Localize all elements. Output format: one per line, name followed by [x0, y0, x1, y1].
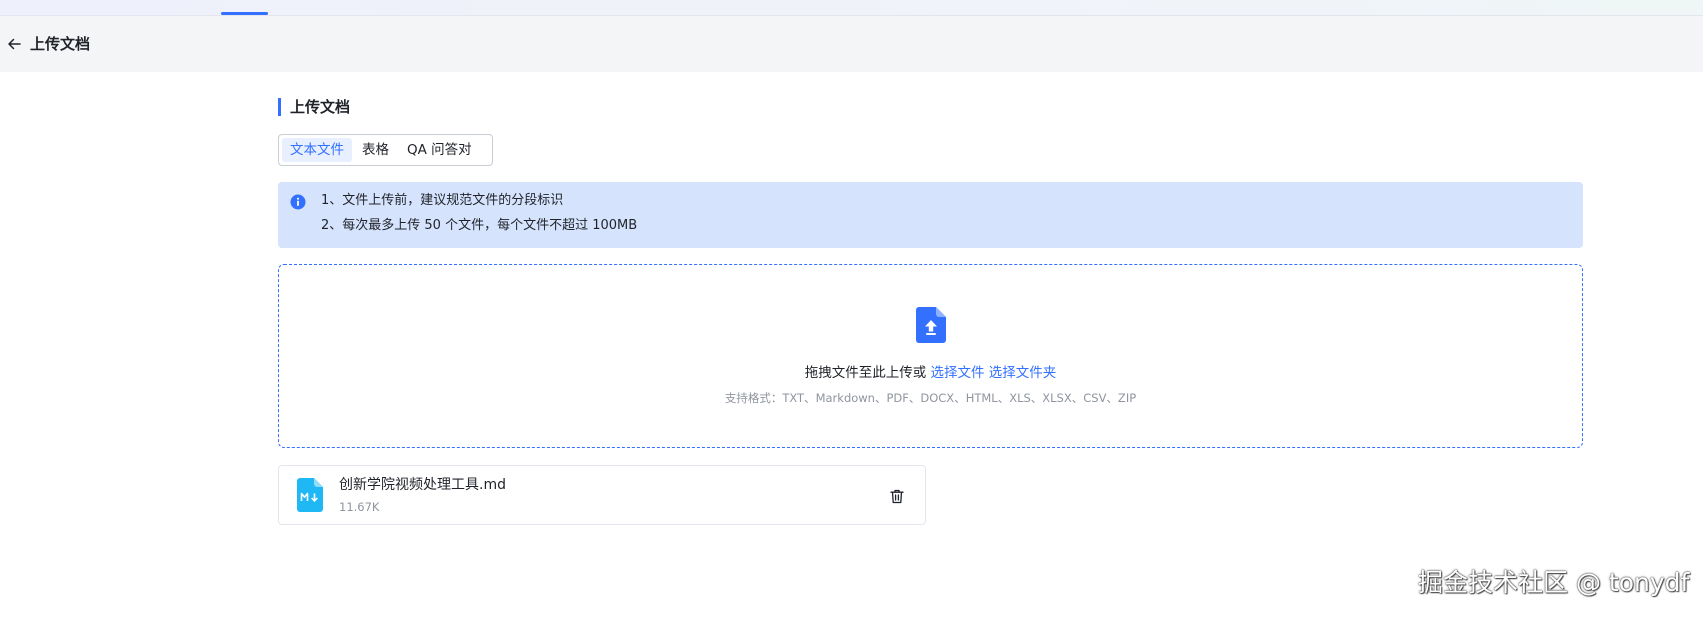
supported-formats: 支持格式：TXT、Markdown、PDF、DOCX、HTML、XLS、XLSX… [724, 391, 1137, 405]
drag-hint: 拖拽文件至此上传或 [804, 365, 931, 381]
file-upload-icon [916, 307, 946, 343]
section-title: 上传文档 [278, 98, 350, 116]
upload-notice: 1、文件上传前，建议规范文件的分段标识 2、每次最多上传 50 个文件，每个文件… [278, 182, 1583, 248]
back-button[interactable] [4, 34, 24, 54]
active-nav-indicator [221, 12, 268, 15]
tab-qa-pairs[interactable]: QA 问答对 [399, 138, 480, 162]
file-name: 创新学院视频处理工具.md [339, 477, 506, 493]
watermark: 掘金技术社区 @ tonydf [1418, 568, 1690, 597]
tab-text-file[interactable]: 文本文件 [282, 138, 352, 162]
page-header: 上传文档 [0, 16, 1703, 72]
page-title: 上传文档 [30, 35, 91, 53]
notice-line: 1、文件上传前，建议规范文件的分段标识 [321, 193, 564, 208]
select-folder-link[interactable]: 选择文件夹 [989, 365, 1057, 381]
file-type-tabs: 文本文件 表格 QA 问答对 [278, 134, 493, 166]
top-nav-bar [0, 0, 1703, 16]
info-circle-icon [290, 194, 306, 210]
markdown-file-icon [297, 478, 323, 512]
select-file-link[interactable]: 选择文件 [931, 365, 985, 381]
file-dropzone[interactable]: 拖拽文件至此上传或 选择文件 选择文件夹 支持格式：TXT、Markdown、P… [278, 264, 1583, 448]
trash-icon [890, 489, 904, 503]
notice-line: 2、每次最多上传 50 个文件，每个文件不超过 100MB [321, 218, 638, 233]
tab-table[interactable]: 表格 [354, 138, 397, 162]
uploaded-file-item: 创新学院视频处理工具.md 11.67K [278, 465, 926, 525]
file-size: 11.67K [339, 500, 380, 514]
arrow-left-icon [8, 38, 21, 50]
delete-file-button[interactable] [887, 486, 907, 506]
dropzone-prompt: 拖拽文件至此上传或 选择文件 选择文件夹 [279, 363, 1582, 383]
